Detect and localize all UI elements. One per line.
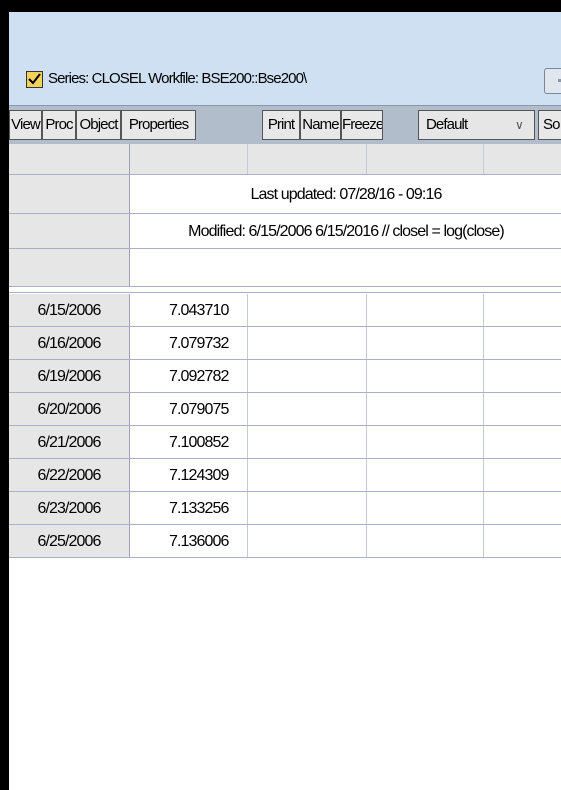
spreadsheet-grid: Last updated: 07/28/16 - 09:16 Modified:… [9, 144, 561, 790]
sort-button[interactable]: So [538, 110, 561, 140]
column-divider [483, 144, 484, 174]
column-divider [483, 393, 484, 425]
name-button[interactable]: Name [300, 110, 341, 140]
column-divider [366, 525, 367, 557]
object-button[interactable]: Object [76, 110, 121, 140]
title-bar: Series: CLOSEL Workfile: BSE200::Bse200\ [9, 12, 561, 105]
column-divider [483, 492, 484, 524]
info-row-modified: Modified: 6/15/2006 6/15/2016 // closel … [9, 214, 561, 249]
row-date-header[interactable]: 6/22/2006 [9, 459, 130, 491]
table-row: 6/23/2006 7.133256 [9, 492, 561, 525]
row-date-header[interactable]: 6/20/2006 [9, 393, 130, 425]
column-divider [483, 426, 484, 458]
column-divider [247, 393, 248, 425]
column-divider [366, 492, 367, 524]
column-divider [366, 426, 367, 458]
window-title: Series: CLOSEL Workfile: BSE200::Bse200\ [48, 70, 307, 87]
last-updated-text: Last updated: 07/28/16 - 09:16 [250, 186, 443, 203]
table-row: 6/22/2006 7.124309 [9, 459, 561, 492]
column-divider [247, 492, 248, 524]
column-divider [483, 459, 484, 491]
modified-text: Modified: 6/15/2006 6/15/2016 // closel … [188, 223, 505, 240]
column-divider [247, 144, 248, 174]
table-row: 6/25/2006 7.136006 [9, 525, 561, 558]
table-row: 6/16/2006 7.079732 [9, 327, 561, 360]
row-date-header[interactable]: 6/21/2006 [9, 426, 130, 458]
series-value-cell[interactable]: 7.092782 [169, 360, 229, 393]
table-row: 6/19/2006 7.092782 [9, 360, 561, 393]
series-value-cell[interactable]: 7.043710 [169, 294, 229, 327]
column-divider [247, 426, 248, 458]
column-divider [247, 327, 248, 359]
table-row: 6/20/2006 7.079075 [9, 393, 561, 426]
chevron-down-icon: ∨ [515, 118, 524, 132]
info-row-updated: Last updated: 07/28/16 - 09:16 [9, 175, 561, 214]
series-value-cell[interactable]: 7.124309 [169, 459, 229, 492]
table-row: 6/15/2006 7.043710 [9, 294, 561, 327]
proc-button[interactable]: Proc [42, 110, 76, 140]
column-divider [483, 294, 484, 326]
column-divider [366, 459, 367, 491]
series-value-cell[interactable]: 7.133256 [169, 492, 229, 525]
series-value-cell[interactable]: 7.136006 [169, 525, 229, 558]
row-header[interactable] [9, 175, 130, 213]
column-divider [483, 360, 484, 392]
view-button[interactable]: View [9, 110, 42, 140]
table-row: 6/21/2006 7.100852 [9, 426, 561, 459]
display-mode-value: Default [426, 116, 468, 133]
series-window: Series: CLOSEL Workfile: BSE200::Bse200\… [9, 12, 561, 790]
row-header[interactable] [9, 249, 130, 286]
series-value-cell[interactable]: 7.079075 [169, 393, 229, 426]
display-mode-select[interactable]: Default ∨ [418, 110, 535, 140]
column-divider [483, 525, 484, 557]
column-header-row [9, 144, 561, 175]
column-divider [247, 459, 248, 491]
column-divider [483, 327, 484, 359]
column-divider [366, 294, 367, 326]
row-header[interactable] [9, 214, 130, 248]
row-date-header[interactable]: 6/25/2006 [9, 525, 130, 557]
row-date-header[interactable]: 6/16/2006 [9, 327, 130, 359]
column-divider [366, 327, 367, 359]
series-value-cell[interactable]: 7.100852 [169, 426, 229, 459]
row-date-header[interactable]: 6/19/2006 [9, 360, 130, 392]
column-divider [247, 294, 248, 326]
row-date-header[interactable]: 6/15/2006 [9, 294, 130, 326]
column-divider [247, 525, 248, 557]
column-divider [247, 360, 248, 392]
row-date-header[interactable]: 6/23/2006 [9, 492, 130, 524]
properties-button[interactable]: Properties [121, 110, 196, 140]
series-value-cell[interactable]: 7.079732 [169, 327, 229, 360]
column-divider [366, 144, 367, 174]
column-divider [366, 393, 367, 425]
series-check-icon [26, 71, 43, 88]
spacer-row [9, 287, 561, 293]
blank-row [9, 249, 561, 287]
freeze-button[interactable]: Freeze [341, 110, 383, 140]
corner-cell[interactable] [9, 144, 130, 174]
minimize-button[interactable] [544, 68, 561, 94]
column-divider [366, 360, 367, 392]
toolbar: View Proc Object Properties Print Name F… [9, 105, 561, 145]
print-button[interactable]: Print [262, 110, 300, 140]
